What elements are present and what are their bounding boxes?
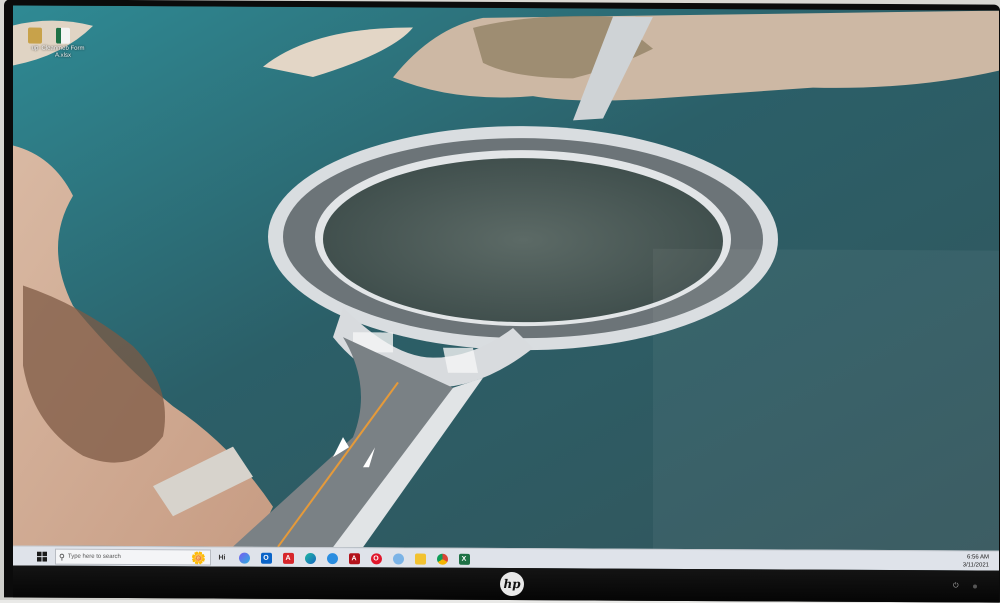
- media-icon: [326, 552, 338, 564]
- clock-time: 6:56 AM: [966, 554, 989, 561]
- taskbar-acrobat[interactable]: A: [277, 549, 299, 567]
- taskbar-media[interactable]: [321, 549, 343, 567]
- power-icon[interactable]: ⏻: [953, 582, 959, 590]
- acrobat-reader-icon: A: [348, 552, 360, 564]
- excel-icon: X: [458, 553, 470, 565]
- user-folder-icon: [28, 27, 42, 44]
- desktop-icon-label: Cleanmeb Form A.xlsx: [41, 45, 85, 59]
- taskbar-excel[interactable]: X: [453, 550, 475, 568]
- search-icon: ⚲: [59, 552, 65, 562]
- desktop-screen: up Cleanmeb Form A.xlsx ⚲ Type here to s…: [13, 5, 999, 571]
- desktop-icon-excel-file[interactable]: Cleanmeb Form A.xlsx: [41, 27, 85, 60]
- desktop-wallpaper: [13, 5, 999, 551]
- snipping-tool-icon: [392, 552, 404, 564]
- crosswalk-right: [443, 347, 478, 373]
- copilot-icon: [238, 552, 250, 564]
- acrobat-icon: A: [282, 552, 294, 564]
- taskbar-chrome[interactable]: [431, 550, 453, 568]
- monitor-bezel: hp ⏻: [13, 565, 999, 603]
- taskbar-outlook[interactable]: O: [255, 549, 277, 567]
- excel-file-icon: [56, 27, 70, 44]
- file-explorer-icon: [414, 553, 426, 565]
- clock-date: 3/11/2021: [962, 562, 989, 569]
- monitor: up Cleanmeb Form A.xlsx ⚲ Type here to s…: [4, 0, 1000, 603]
- hi-text: Hi: [218, 554, 226, 562]
- taskbar-opera[interactable]: O: [365, 549, 387, 567]
- search-box[interactable]: ⚲ Type here to search 🌼: [55, 548, 211, 566]
- taskbar-snipping-tool[interactable]: [387, 549, 409, 567]
- opera-icon: O: [370, 552, 382, 564]
- photo-background: up Cleanmeb Form A.xlsx ⚲ Type here to s…: [0, 0, 1000, 603]
- taskbar-hi[interactable]: Hi: [211, 548, 233, 566]
- power-indicator: [973, 584, 977, 589]
- search-placeholder: Type here to search: [67, 553, 121, 561]
- water-glare: [653, 248, 999, 551]
- windows-start-icon: [37, 551, 47, 562]
- search-highlight-flower-icon: 🌼: [191, 551, 206, 566]
- chrome-icon: [436, 553, 448, 565]
- edge-icon: [304, 552, 316, 564]
- hp-logo: hp: [500, 571, 524, 597]
- taskbar-edge[interactable]: [299, 549, 321, 567]
- taskbar-copilot[interactable]: [233, 549, 255, 567]
- start-button[interactable]: [33, 548, 51, 566]
- outlook-icon: O: [260, 552, 272, 564]
- taskbar-acrobat-reader[interactable]: A: [343, 549, 365, 567]
- taskbar-file-explorer[interactable]: [409, 550, 431, 568]
- system-clock[interactable]: 6:56 AM 3/11/2021: [963, 553, 989, 569]
- desktop-icon-label: up: [31, 45, 39, 52]
